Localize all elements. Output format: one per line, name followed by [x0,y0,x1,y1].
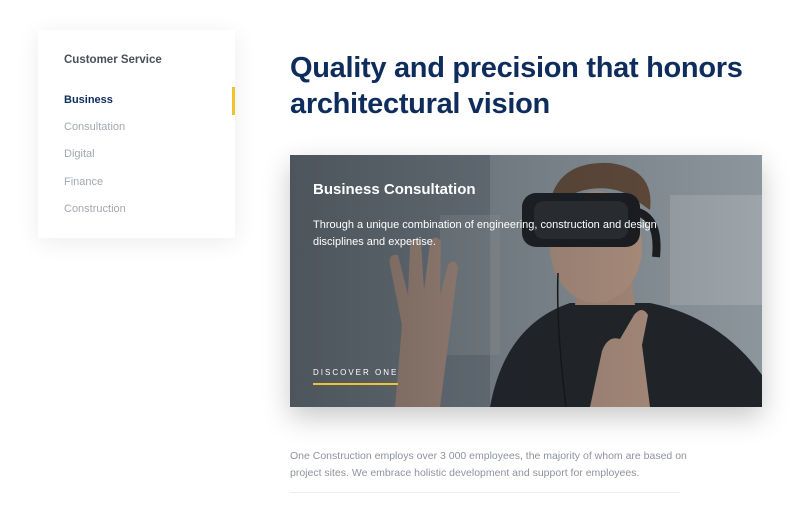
sidebar-item-label: Digital [64,148,95,160]
sidebar-item-label: Construction [64,203,126,215]
sidebar-item-digital[interactable]: Digital [38,145,235,165]
sidebar-item-label: Business [64,94,113,106]
sidebar-item-consultation[interactable]: Consultation [38,118,235,138]
service-sidebar: Customer Service Business Consultation D… [38,30,235,238]
business-consultation-card[interactable]: Business Consultation Through a unique c… [290,155,762,407]
sidebar-item-construction[interactable]: Construction [38,200,235,220]
body-paragraph: One Construction employs over 3 000 empl… [290,450,687,479]
sidebar-item-label: Finance [64,176,104,188]
card-title: Business Consultation [313,181,476,198]
card-description: Through a unique combination of engineer… [313,219,657,248]
sidebar-item-label: Consultation [64,121,126,133]
page-title: Quality and precision that honors archit… [290,52,743,120]
discover-one-link[interactable]: DISCOVER ONE [313,368,399,385]
divider [290,492,680,493]
sidebar-item-business[interactable]: Business [38,87,235,115]
sidebar-title: Customer Service [64,54,162,66]
sidebar-item-finance[interactable]: Finance [38,173,235,193]
